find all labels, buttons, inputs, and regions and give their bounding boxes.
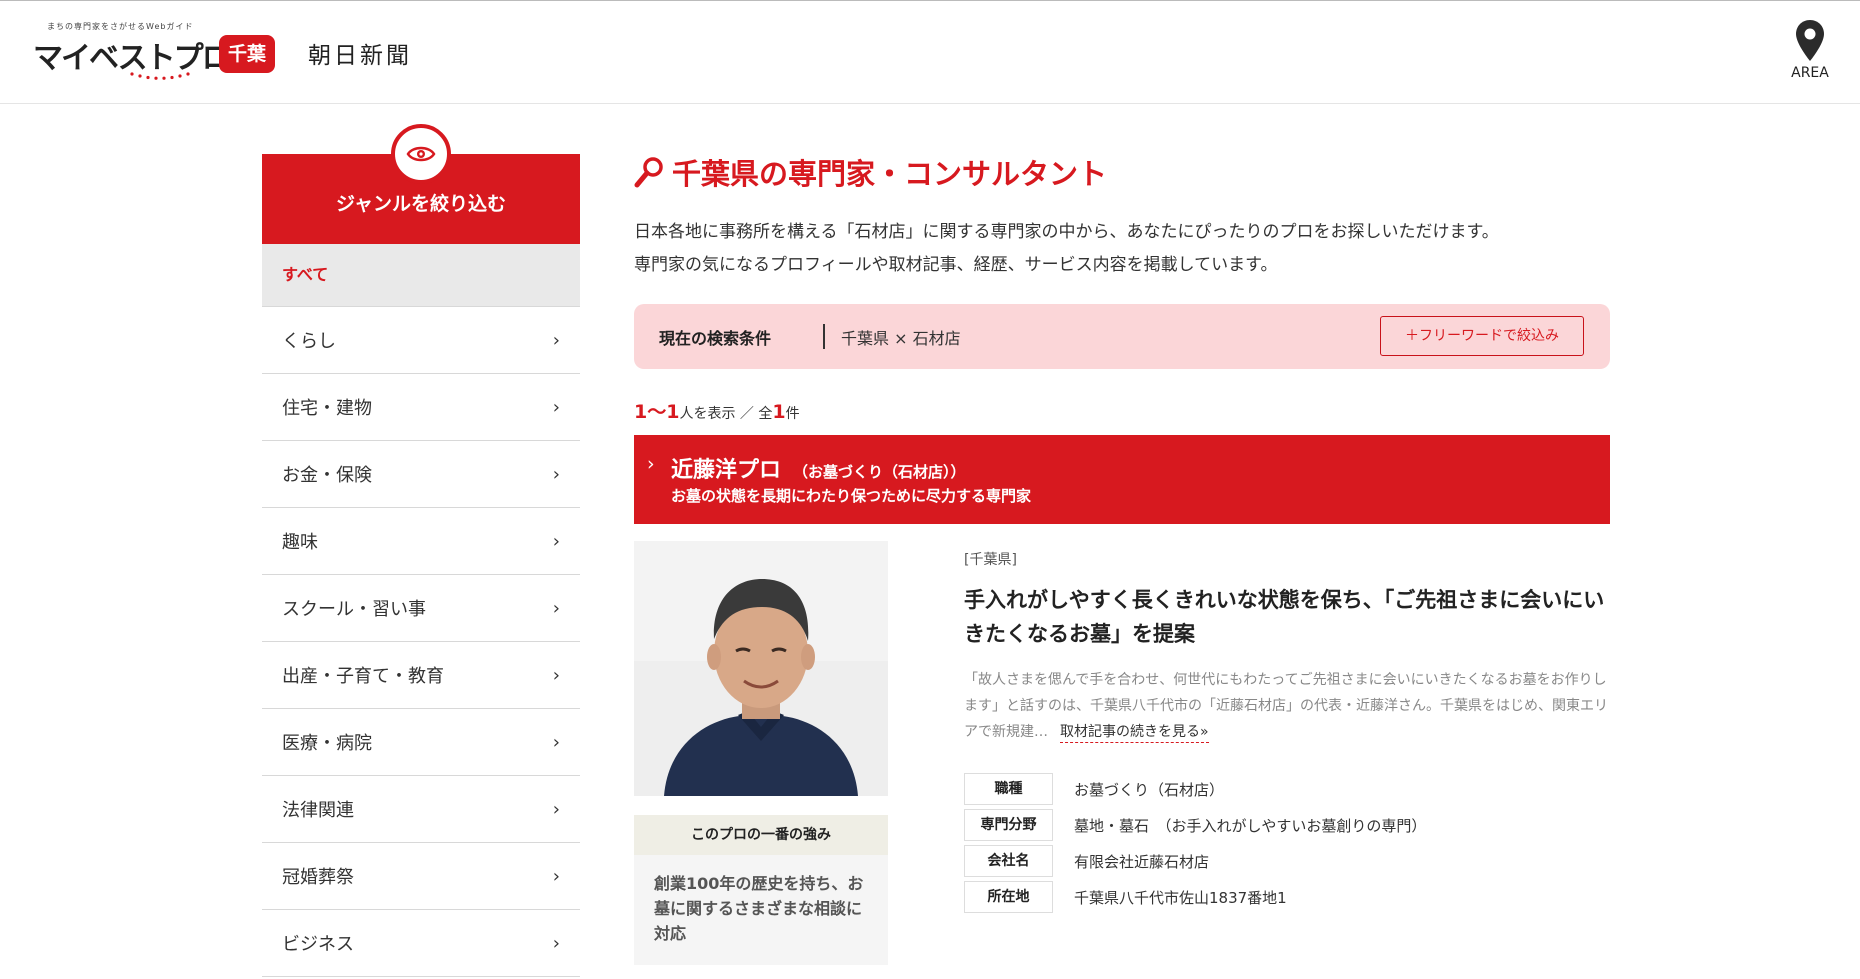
result-total-suffix: 件 [785, 406, 800, 422]
area-button[interactable]: AREA [1775, 19, 1845, 89]
chevron-right-icon: › [552, 932, 560, 954]
sidebar-item-label: ビジネス [282, 934, 354, 955]
sidebar-item-legal[interactable]: 法律関連 › [262, 776, 580, 843]
sidebar-item-childcare[interactable]: 出産・子育て・教育 › [262, 642, 580, 709]
pro-detail: [千葉県] 手入れがしやすく長くきれいな状態を保ち、「ご先祖さまに会いにいきたく… [964, 541, 1610, 915]
chevron-right-icon: › [552, 530, 560, 552]
sidebar-item-label: 趣味 [282, 532, 318, 553]
sidebar-item-label: くらし [282, 331, 336, 352]
article-headline[interactable]: 手入れがしやすく長くきれいな状態を保ち、「ご先祖さまに会いにいきたくなるお墓」を… [964, 583, 1610, 651]
page-title-row: 千葉県の専門家・コンサルタント [634, 150, 1610, 194]
sidebar-item-label: 冠婚葬祭 [282, 867, 354, 888]
chevron-right-icon: › [552, 396, 560, 418]
condition-divider [823, 324, 825, 349]
sidebar-item-ceremony[interactable]: 冠婚葬祭 › [262, 843, 580, 910]
info-row: 専門分野 墓地・墓石 （お手入れがしやすいお墓創りの専門） [964, 807, 1610, 843]
eye-icon [391, 124, 451, 184]
genre-filter-header: ジャンルを絞り込む [262, 124, 580, 244]
sidebar-item-all[interactable]: すべて [262, 244, 580, 307]
logo-dots-decoration [130, 72, 190, 80]
sidebar-item-kurashi[interactable]: くらし › [262, 307, 580, 374]
sidebar-item-label: 医療・病院 [282, 733, 372, 754]
pro-name-line: 近藤洋プロ （お墓づくり（石材店）） [671, 452, 966, 484]
chevron-right-icon: › [552, 664, 560, 686]
intro-text: 日本各地に事務所を構える「石材店」に関する専門家の中から、あなたにぴったりのプロ… [634, 216, 1610, 282]
sidebar-item-label: お金・保険 [282, 465, 372, 486]
pro-name: 近藤洋プロ [671, 458, 782, 483]
main-content: 千葉県の専門家・コンサルタント 日本各地に事務所を構える「石材店」に関する専門家… [634, 150, 1610, 965]
strength-text: 創業100年の歴史を持ち、お墓に関するさまざまな相談に対応 [634, 855, 888, 965]
sidebar-item-school[interactable]: スクール・習い事 › [262, 575, 580, 642]
chevron-right-icon: › [552, 463, 560, 485]
info-value: 墓地・墓石 （お手入れがしやすいお墓創りの専門） [1074, 816, 1427, 835]
result-separator: ／ 全 [735, 406, 773, 422]
sidebar-item-medical[interactable]: 医療・病院 › [262, 709, 580, 776]
read-more-link[interactable]: 取材記事の続きを見る» [1060, 724, 1209, 743]
prefecture-tag: [千葉県] [964, 552, 1017, 568]
intro-line-2: 専門家の気になるプロフィールや取材記事、経歴、サービス内容を掲載しています。 [634, 255, 1278, 275]
info-row: 会社名 有限会社近藤石材店 [964, 843, 1610, 879]
result-range-suffix: 人を表示 [679, 406, 736, 422]
result-count: 1〜1人を表示 ／ 全1件 [634, 397, 1610, 423]
portrait-illustration [634, 541, 888, 796]
condition-value: 千葉県 × 石材店 [841, 329, 961, 348]
sidebar-item-hobby[interactable]: 趣味 › [262, 508, 580, 575]
intro-line-1: 日本各地に事務所を構える「石材店」に関する専門家の中から、あなたにぴったりのプロ… [634, 222, 1499, 242]
pro-card: このプロの一番の強み 創業100年の歴史を持ち、お墓に関するさまざまな相談に対応… [634, 541, 1610, 965]
chevron-right-icon: › [552, 731, 560, 753]
partner-logo[interactable]: 朝日新聞 [308, 36, 412, 70]
chevron-right-icon: › [552, 798, 560, 820]
info-value: 千葉県八千代市佐山1837番地1 [1074, 888, 1287, 907]
pro-subtitle: お墓の状態を長期にわたり保つために尽力する専門家 [671, 487, 1032, 505]
info-value: お墓づくり（石材店） [1074, 780, 1225, 799]
info-key: 会社名 [964, 845, 1053, 877]
article-excerpt: 「故人さまを偲んで手を合わせ、何世代にもわたってご先祖さまに会いにいきたくなるお… [964, 667, 1610, 745]
freeword-filter-button[interactable]: ＋フリーワードで絞込み [1380, 316, 1584, 356]
logo-tagline: まちの専門家をさがせるWebガイド [47, 22, 194, 31]
chevron-right-icon: › [552, 329, 560, 351]
site-header: まちの専門家をさがせるWebガイド マイベストプロ 千葉 朝日新聞 AREA [0, 0, 1860, 104]
sidebar-item-label: 出産・子育て・教育 [282, 666, 444, 687]
site-logo[interactable]: まちの専門家をさがせるWebガイド マイベストプロ 千葉 [33, 21, 278, 83]
info-row: 所在地 千葉県八千代市佐山1837番地1 [964, 879, 1610, 915]
pro-photo[interactable] [634, 541, 888, 796]
sidebar-item-label: 法律関連 [282, 800, 354, 821]
result-total: 1 [772, 401, 786, 423]
sidebar-item-label: 住宅・建物 [282, 398, 372, 419]
search-icon [634, 157, 663, 188]
info-value: 有限会社近藤石材店 [1074, 852, 1210, 871]
chevron-right-icon: › [552, 865, 560, 887]
map-pin-icon [1796, 20, 1824, 61]
sidebar-item-money[interactable]: お金・保険 › [262, 441, 580, 508]
genre-filter-title: ジャンルを絞り込む [335, 193, 507, 215]
prefecture-badge: 千葉 [219, 35, 275, 73]
search-condition-box: 現在の検索条件 千葉県 × 石材店 ＋フリーワードで絞込み [634, 304, 1610, 369]
sidebar-item-business[interactable]: ビジネス › [262, 910, 580, 977]
info-key: 専門分野 [964, 809, 1053, 841]
chevron-right-icon: › [647, 453, 655, 475]
chevron-right-icon: › [552, 597, 560, 619]
area-label: AREA [1791, 65, 1829, 81]
strength-title: このプロの一番の強み [634, 815, 888, 855]
result-range: 1〜1 [634, 401, 680, 423]
genre-sidebar: ジャンルを絞り込む すべて くらし › 住宅・建物 › お金・保険 › 趣味 ›… [262, 124, 580, 977]
page-title: 千葉県の専門家・コンサルタント [672, 157, 1108, 191]
info-key: 所在地 [964, 881, 1053, 913]
pro-title-bar[interactable]: › 近藤洋プロ （お墓づくり（石材店）） お墓の状態を長期にわたり保つために尽力す… [634, 435, 1610, 524]
sidebar-item-housing[interactable]: 住宅・建物 › [262, 374, 580, 441]
pro-genre: （お墓づくり（石材店）） [793, 463, 966, 481]
info-key: 職種 [964, 773, 1053, 805]
pro-info-table: 職種 お墓づくり（石材店） 専門分野 墓地・墓石 （お手入れがしやすいお墓創りの… [964, 771, 1610, 915]
sidebar-item-label: スクール・習い事 [282, 599, 426, 620]
info-row: 職種 お墓づくり（石材店） [964, 771, 1610, 807]
condition-label: 現在の検索条件 [659, 329, 772, 348]
